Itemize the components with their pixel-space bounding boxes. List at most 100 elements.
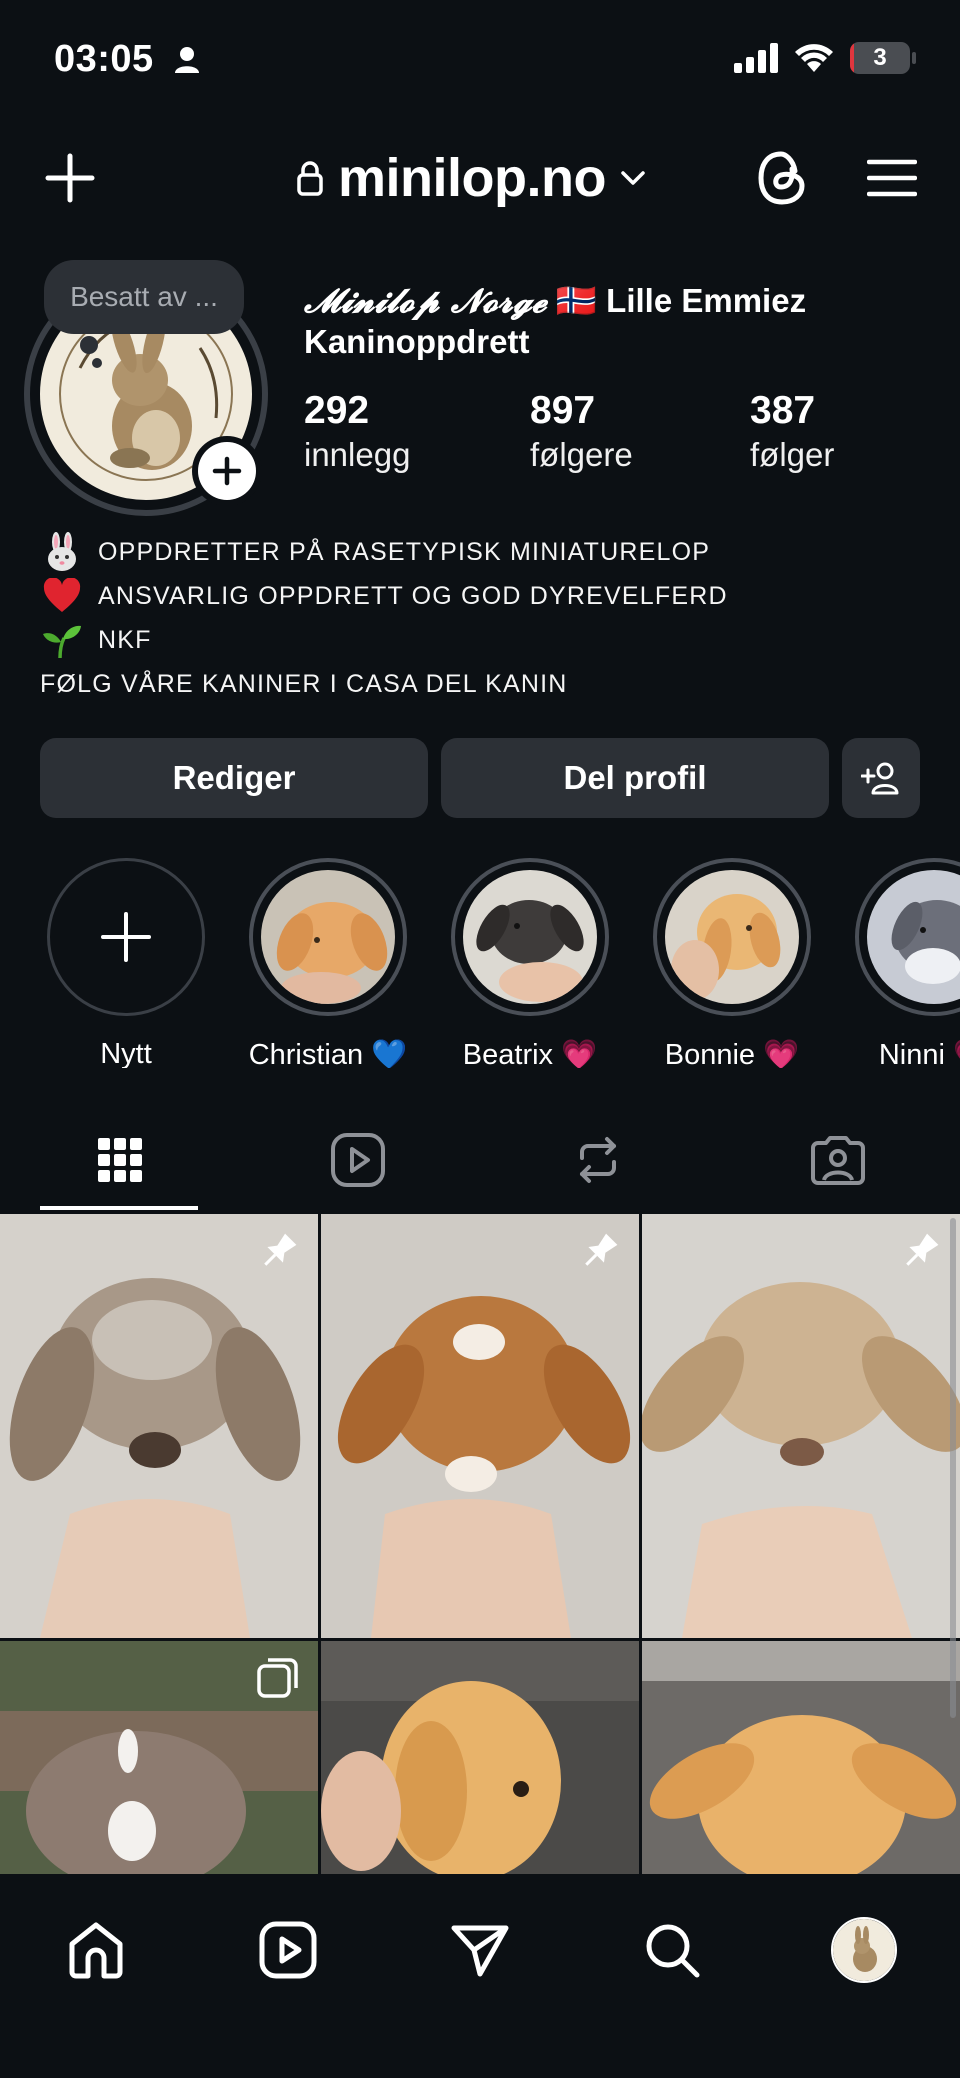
discover-people-button[interactable]: [842, 738, 920, 818]
post-image: [642, 1641, 960, 1874]
pin-icon: [585, 1233, 618, 1266]
menu-button[interactable]: [862, 148, 922, 208]
profile-stats: 292 innlegg 897 følgere 387 følger: [304, 388, 924, 488]
display-name-script: 𝓜𝓲𝓷𝓲𝓵𝓸𝓹 𝓝𝓸𝓻𝓰𝓮: [304, 281, 547, 320]
highlight-image: [867, 870, 960, 1004]
plus-icon: [101, 912, 151, 962]
reels-icon: [331, 1133, 385, 1187]
story-highlights: Nytt Christian 💙 Beatrix 💗 Bonnie 💗 Ninn…: [0, 858, 960, 1068]
add-person-icon: [861, 762, 899, 795]
create-icon: [45, 153, 95, 203]
stat-posts-value: 292: [304, 389, 370, 432]
threads-button[interactable]: [752, 148, 812, 208]
highlight-image: [261, 870, 395, 1004]
scrollbar[interactable]: [950, 1218, 956, 1718]
cellular-signal-icon: [734, 43, 778, 73]
tab-reposts[interactable]: [518, 1108, 678, 1212]
battery-indicator: 3: [850, 42, 910, 74]
display-name: 𝓜𝓲𝓷𝓲𝓵𝓸𝓹 𝓝𝓸𝓻𝓰𝓮 🇳🇴 Lille Emmiez Kaninoppdr…: [304, 280, 904, 362]
highlight-ring: [249, 858, 407, 1016]
battery-cap-icon: [912, 52, 916, 64]
grid-icon: [98, 1138, 142, 1182]
bio-text: ANSVARLIG OPPDRETT OG GOD DYREVELFERD: [98, 581, 728, 610]
pin-icon: [906, 1233, 939, 1266]
highlight-label: Christian 💙: [248, 1039, 408, 1068]
grid-post[interactable]: [0, 1214, 318, 1638]
grid-post[interactable]: [642, 1214, 960, 1638]
stat-following-label: følger: [750, 436, 835, 473]
home-icon: [69, 1922, 123, 1979]
active-tab-indicator: [40, 1206, 198, 1210]
posts-grid: [0, 1214, 960, 1874]
bottom-nav: [0, 1874, 960, 2078]
red-heart-icon: [40, 574, 84, 618]
post-image: [321, 1214, 639, 1638]
wifi-icon: [795, 44, 833, 72]
nav-profile[interactable]: [824, 1910, 904, 1990]
profile-bio: OPPDRETTER PÅ RASETYPISK MINIATURELOP AN…: [40, 530, 920, 706]
add-story-button[interactable]: [192, 436, 262, 506]
highlight-ring: [653, 858, 811, 1016]
nav-messages[interactable]: [440, 1910, 520, 1990]
note-text: Besatt av ...: [70, 281, 218, 312]
reels-icon: [259, 1921, 317, 1979]
bio-line: OPPDRETTER PÅ RASETYPISK MINIATURELOP: [40, 530, 920, 574]
nav-reels[interactable]: [248, 1910, 328, 1990]
highlight-ninni[interactable]: Ninni 💗: [834, 858, 960, 1068]
stat-posts[interactable]: 292 innlegg: [304, 388, 410, 476]
bio-line: ANSVARLIG OPPDRETT OG GOD DYREVELFERD: [40, 574, 920, 618]
stat-followers-value: 897: [530, 389, 596, 432]
account-switcher[interactable]: minilop.no: [296, 142, 646, 214]
menu-icon: [867, 159, 917, 197]
search-icon: [646, 1924, 700, 1978]
stat-following[interactable]: 387 følger: [750, 388, 834, 476]
carousel-icon: [257, 1658, 298, 1698]
highlight-label: Ninni 💗: [878, 1039, 960, 1068]
bio-line: FØLG VÅRE KANINER I CASA DEL KANIN: [40, 662, 920, 706]
highlight-label: Nytt: [100, 1038, 152, 1068]
highlight-label: Bonnie 💗: [664, 1039, 800, 1068]
highlight-bonnie[interactable]: Bonnie 💗: [632, 858, 832, 1068]
nav-search[interactable]: [632, 1910, 712, 1990]
share-profile-button[interactable]: Del profil: [441, 738, 829, 818]
grid-post[interactable]: [321, 1214, 639, 1638]
lock-icon: [297, 161, 323, 196]
edit-profile-button[interactable]: Rediger: [40, 738, 428, 818]
highlight-ring: [451, 858, 609, 1016]
note-bubble-tail-small: [92, 358, 102, 368]
highlight-ring: [47, 858, 205, 1016]
seedling-icon: [40, 618, 84, 662]
note-bubble-tail: [80, 336, 98, 354]
highlight-ring: [855, 858, 960, 1016]
threads-icon: [758, 151, 805, 205]
create-button[interactable]: [40, 148, 100, 208]
stat-followers[interactable]: 897 følgere: [530, 388, 633, 476]
messages-icon: [451, 1925, 509, 1977]
tab-posts-grid[interactable]: [40, 1108, 200, 1212]
display-name-flag: 🇳🇴: [555, 282, 597, 319]
tab-reels[interactable]: [278, 1108, 438, 1212]
highlight-christian[interactable]: Christian 💙: [228, 858, 428, 1068]
note-bubble[interactable]: Besatt av ...: [44, 260, 244, 334]
post-image: [642, 1214, 960, 1638]
bio-line: NKF: [40, 618, 920, 662]
plus-icon: [212, 456, 242, 486]
nav-home[interactable]: [56, 1910, 136, 1990]
stat-following-value: 387: [750, 389, 816, 432]
highlight-new[interactable]: Nytt: [26, 858, 226, 1068]
bio-text: NKF: [98, 625, 152, 654]
grid-post[interactable]: [321, 1641, 639, 1874]
profile-tabs: [0, 1108, 960, 1212]
post-image: [0, 1214, 318, 1638]
stat-posts-label: innlegg: [304, 436, 411, 473]
bio-text: OPPDRETTER PÅ RASETYPISK MINIATURELOP: [98, 537, 711, 566]
highlight-beatrix[interactable]: Beatrix 💗: [430, 858, 630, 1068]
post-image: [321, 1641, 639, 1874]
highlight-label: Beatrix 💗: [462, 1039, 598, 1068]
pin-icon: [264, 1233, 297, 1266]
grid-post[interactable]: [642, 1641, 960, 1874]
reposts-icon: [580, 1137, 616, 1183]
rabbit-face-icon: [40, 530, 84, 574]
top-nav: minilop.no: [0, 130, 960, 226]
tab-tagged[interactable]: [758, 1108, 918, 1212]
